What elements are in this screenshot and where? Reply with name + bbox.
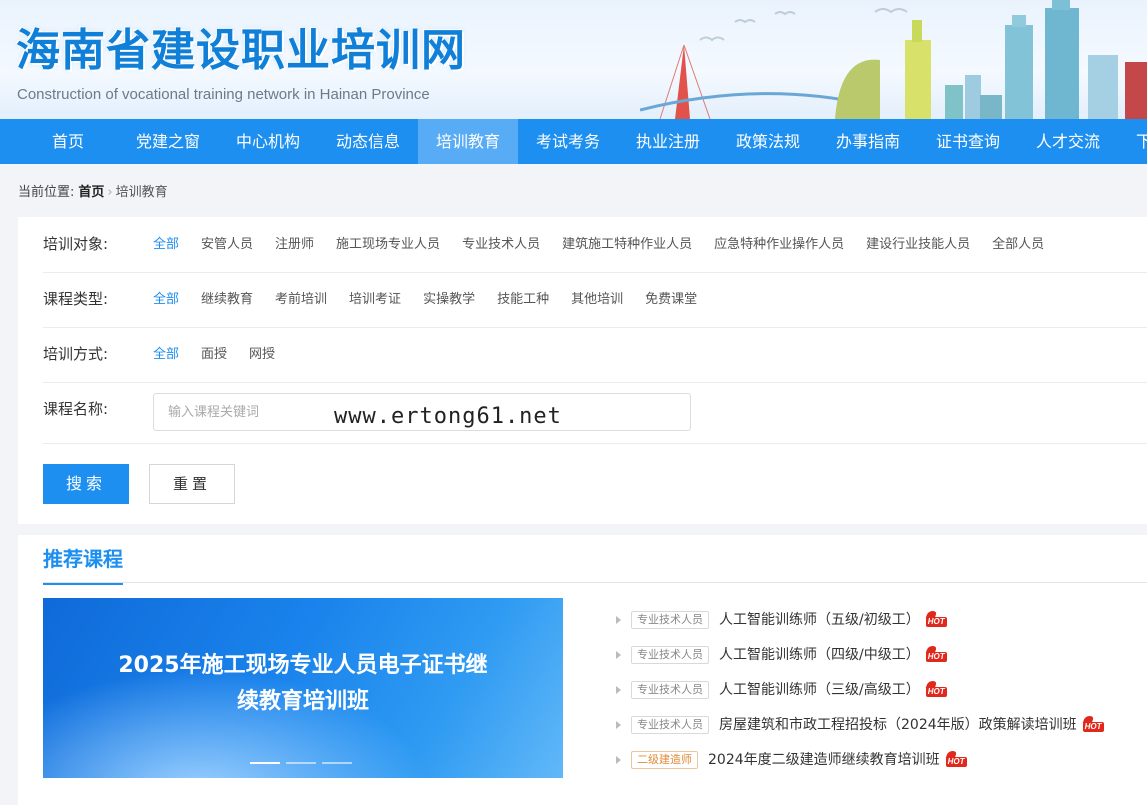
- filter-label-method: 培训方式:: [43, 345, 109, 363]
- course-tag: 二级建造师: [631, 751, 698, 769]
- filter-label-course-type: 课程类型:: [43, 290, 109, 308]
- filter-option[interactable]: 技能工种: [497, 272, 549, 327]
- course-carousel[interactable]: 2025年施工现场专业人员电子证书继 续教育培训班: [43, 598, 563, 778]
- filter-option[interactable]: 全部: [153, 272, 179, 327]
- filter-option[interactable]: 注册师: [275, 217, 314, 272]
- list-item[interactable]: 专业技术人员 人工智能训练师（五级/初级工） HOT: [616, 605, 1147, 640]
- bullet-triangle-icon: [616, 616, 621, 624]
- hot-flame-icon: HOT: [925, 617, 947, 627]
- bullet-triangle-icon: [616, 686, 621, 694]
- filter-label-target: 培训对象:: [43, 235, 109, 253]
- carousel-dot[interactable]: [322, 762, 352, 764]
- filter-label-course-name: 课程名称:: [43, 400, 109, 418]
- main-nav: 首页 党建之窗 中心机构 动态信息 培训教育 考试考务 执业注册 政策法规 办事…: [0, 119, 1147, 164]
- watermark-text: www.ertong61.net: [334, 404, 562, 429]
- hot-flame-icon: HOT: [925, 652, 947, 662]
- course-link[interactable]: 2024年度二级建造师继续教育培训班: [708, 752, 940, 768]
- carousel-indicators: [250, 762, 358, 778]
- filter-option[interactable]: 继续教育: [201, 272, 253, 327]
- filter-option[interactable]: 免费课堂: [645, 272, 697, 327]
- filter-option[interactable]: 全部: [153, 217, 179, 272]
- filter-option[interactable]: 应急特种作业操作人员: [714, 217, 844, 272]
- filter-options-course-type: 全部 继续教育 考前培训 培训考证 实操教学 技能工种 其他培训 免费课堂: [153, 272, 719, 327]
- bullet-triangle-icon: [616, 756, 621, 764]
- filter-option[interactable]: 其他培训: [571, 272, 623, 327]
- filter-panel: 培训对象: 全部 安管人员 注册师 施工现场专业人员 专业技术人员 建筑施工特种作业人员应…: [18, 217, 1147, 524]
- filter-option[interactable]: 全部: [153, 327, 179, 382]
- filter-option[interactable]: 建设行业技能人员: [866, 217, 970, 272]
- nav-item-home[interactable]: 首页: [18, 119, 118, 164]
- list-item[interactable]: 专业技术人员 人工智能训练师（四级/中级工） HOT: [616, 640, 1147, 675]
- search-button[interactable]: 搜索: [43, 464, 129, 504]
- course-tag: 专业技术人员: [631, 646, 709, 664]
- nav-item-certificate-query[interactable]: 证书查询: [918, 119, 1018, 164]
- filter-option[interactable]: 全部人员: [992, 217, 1044, 272]
- filter-row-target: 培训对象: 全部 安管人员 注册师 施工现场专业人员 专业技术人员 建筑施工特种作业人员应…: [43, 217, 1147, 273]
- list-item[interactable]: 专业技术人员 人工智能训练师（三级/高级工） HOT: [616, 675, 1147, 710]
- course-tag: 专业技术人员: [631, 681, 709, 699]
- nav-item-training[interactable]: 培训教育: [418, 119, 518, 164]
- header-banner: 海南省建设职业培训网 Construction of vocational tr…: [0, 0, 1147, 119]
- recommended-panel: 推荐课程 2025年施工现场专业人员电子证书继 续教育培训班 专业技术人员 人工智…: [18, 535, 1147, 805]
- hot-flame-icon: HOT: [945, 757, 967, 767]
- nav-item-party-building[interactable]: 党建之窗: [118, 119, 218, 164]
- filter-option[interactable]: 网授: [249, 327, 275, 382]
- filter-option[interactable]: 建筑施工特种作业人员: [562, 217, 692, 272]
- filter-options-method: 全部 面授 网授: [153, 327, 297, 382]
- filter-option[interactable]: 面授: [201, 327, 227, 382]
- course-link[interactable]: 人工智能训练师（三级/高级工）: [719, 682, 920, 698]
- carousel-caption: 2025年施工现场专业人员电子证书继 续教育培训班: [43, 648, 563, 720]
- carousel-dot[interactable]: [286, 762, 316, 764]
- course-link[interactable]: 人工智能训练师（四级/中级工）: [719, 647, 920, 663]
- filter-option[interactable]: 考前培训: [275, 272, 327, 327]
- filter-option[interactable]: 实操教学: [423, 272, 475, 327]
- nav-item-download[interactable]: 下: [1118, 119, 1147, 164]
- nav-item-talent[interactable]: 人才交流: [1018, 119, 1118, 164]
- course-tag: 专业技术人员: [631, 716, 709, 734]
- reset-button[interactable]: 重置: [149, 464, 235, 504]
- course-list: 专业技术人员 人工智能训练师（五级/初级工） HOT 专业技术人员 人工智能训练师（四…: [616, 605, 1147, 780]
- nav-item-center-org[interactable]: 中心机构: [218, 119, 318, 164]
- filter-row-method: 培训方式: 全部 面授 网授: [43, 327, 1147, 383]
- bullet-triangle-icon: [616, 721, 621, 729]
- filter-option[interactable]: 专业技术人员: [462, 217, 540, 272]
- nav-item-policies[interactable]: 政策法规: [718, 119, 818, 164]
- breadcrumb-prefix: 当前位置:: [18, 185, 75, 200]
- site-subtitle: Construction of vocational training netw…: [17, 86, 430, 103]
- breadcrumb: 当前位置: 首页 › 培训教育: [18, 181, 168, 200]
- filter-option[interactable]: 施工现场专业人员: [336, 217, 440, 272]
- carousel-line-1: 2025年施工现场专业人员电子证书继: [118, 653, 488, 678]
- hot-flame-icon: HOT: [925, 687, 947, 697]
- breadcrumb-separator-icon: ›: [107, 185, 113, 200]
- hot-flame-icon: HOT: [1082, 722, 1104, 732]
- course-link[interactable]: 人工智能训练师（五级/初级工）: [719, 612, 920, 628]
- city-skyline-illustration: [640, 0, 1147, 119]
- nav-item-exams[interactable]: 考试考务: [518, 119, 618, 164]
- section-divider: [43, 582, 1147, 583]
- filter-options-target: 全部 安管人员 注册师 施工现场专业人员 专业技术人员 建筑施工特种作业人员 应急特种作业操…: [153, 217, 1066, 272]
- filter-option[interactable]: 安管人员: [201, 217, 253, 272]
- breadcrumb-current: 培训教育: [115, 185, 168, 200]
- list-item[interactable]: 专业技术人员 房屋建筑和市政工程招投标（2024年版）政策解读培训班 HOT: [616, 710, 1147, 745]
- nav-item-news[interactable]: 动态信息: [318, 119, 418, 164]
- filter-option[interactable]: 培训考证: [349, 272, 401, 327]
- course-link[interactable]: 房屋建筑和市政工程招投标（2024年版）政策解读培训班: [719, 717, 1077, 733]
- bullet-triangle-icon: [616, 651, 621, 659]
- carousel-dot[interactable]: [250, 762, 280, 764]
- course-tag: 专业技术人员: [631, 611, 709, 629]
- filter-row-course-type: 课程类型: 全部 继续教育 考前培训 培训考证 实操教学 技能工种 其他培训 免费课堂: [43, 272, 1147, 328]
- breadcrumb-home-link[interactable]: 首页: [78, 185, 104, 200]
- list-item[interactable]: 二级建造师 2024年度二级建造师继续教育培训班 HOT: [616, 745, 1147, 780]
- recommended-title: 推荐课程: [43, 543, 123, 585]
- nav-item-registration[interactable]: 执业注册: [618, 119, 718, 164]
- nav-item-guide[interactable]: 办事指南: [818, 119, 918, 164]
- filter-row-course-name: 课程名称:: [43, 382, 1147, 444]
- carousel-line-2: 续教育培训班: [236, 689, 369, 714]
- site-title[interactable]: 海南省建设职业培训网: [16, 14, 466, 78]
